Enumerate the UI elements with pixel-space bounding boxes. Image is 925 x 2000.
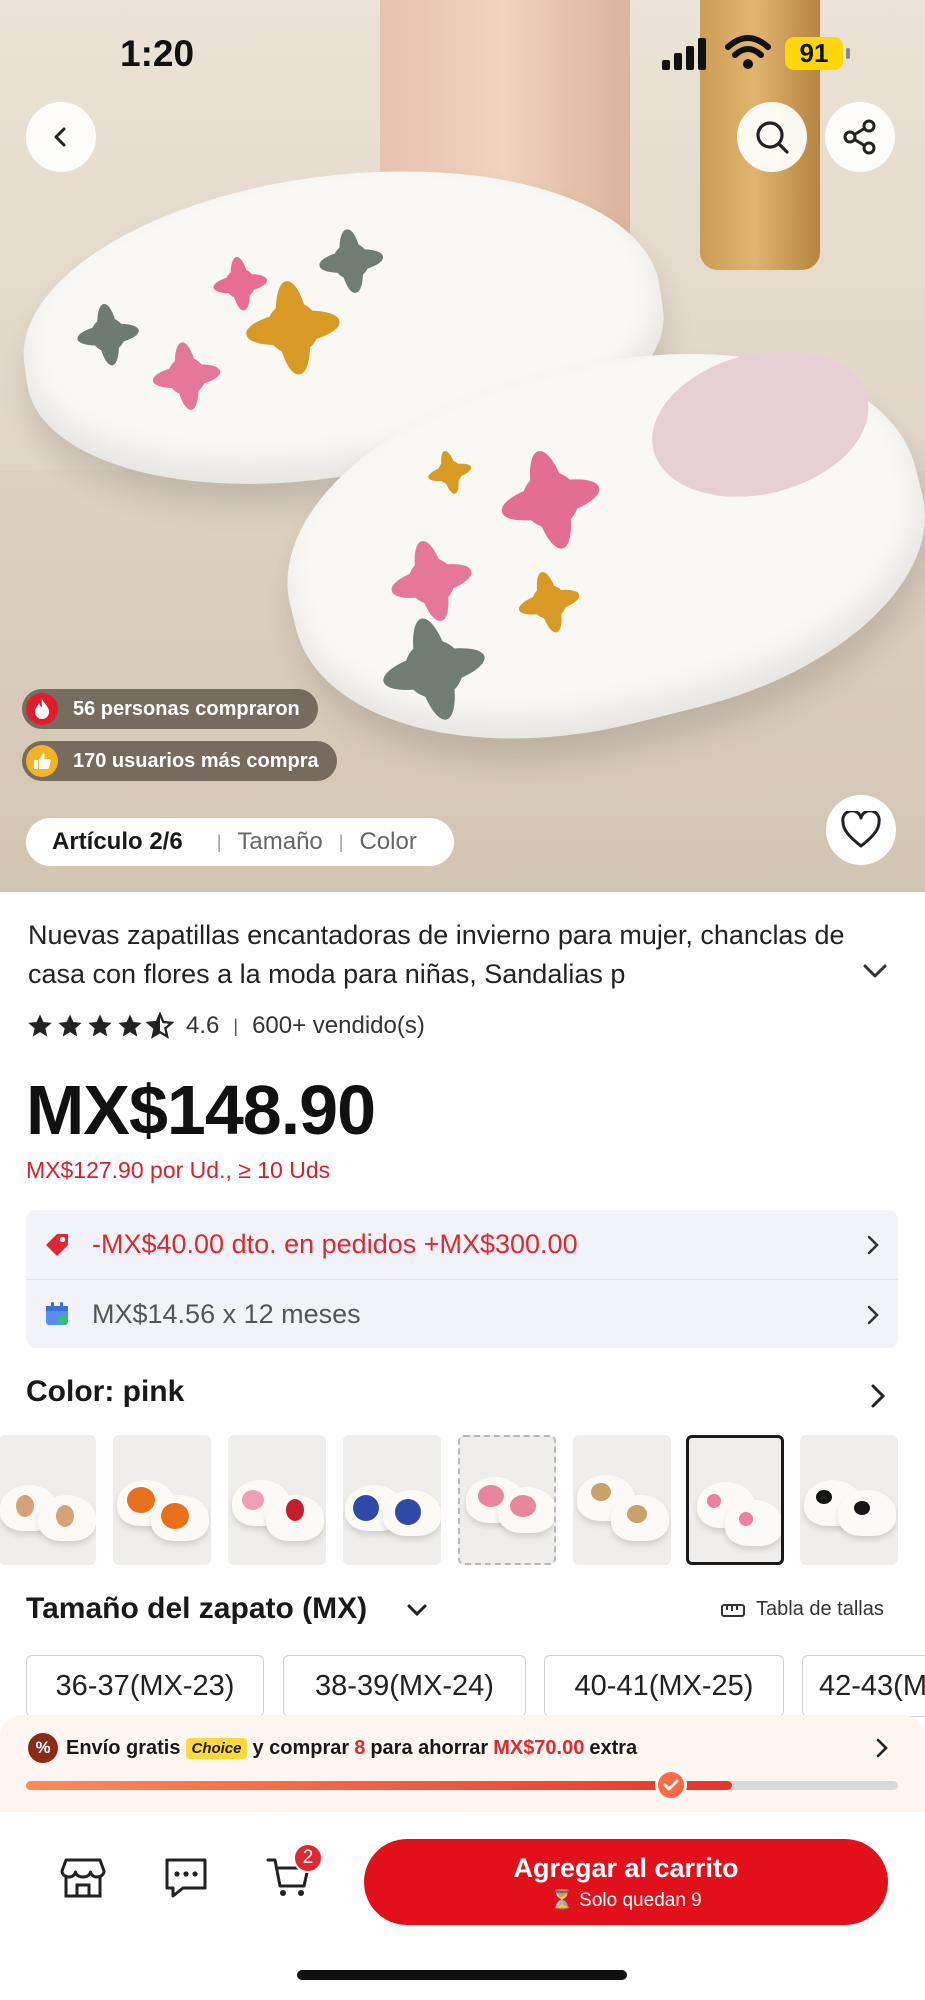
signal-icon (662, 38, 706, 70)
social-proof-bought: 56 personas compraron (22, 689, 318, 729)
calendar-icon (40, 1300, 74, 1328)
social-proof-text: 56 personas compraron (73, 697, 300, 720)
add-to-cart-button[interactable]: Agregar al carrito ⏳ Solo quedan 9 (364, 1839, 888, 1925)
bulk-price: MX$127.90 por Ud., ≥ 10 Uds (26, 1157, 331, 1183)
chevron-left-icon (54, 127, 66, 147)
color-swatch-selected[interactable] (686, 1435, 784, 1565)
social-proof-text: 170 usuarios más compra (73, 749, 319, 772)
ship-suffix: extra (589, 1736, 638, 1759)
chevron-right-icon[interactable] (870, 1383, 886, 1409)
rating-row[interactable]: 4.6 | 600+ vendido(s) (26, 1012, 425, 1040)
fire-icon (26, 693, 58, 725)
heart-icon (841, 811, 881, 848)
ship-middle: y comprar (252, 1736, 350, 1759)
choice-badge: Choice (186, 1737, 247, 1759)
chat-icon[interactable] (163, 1856, 209, 1900)
thumbs-up-icon (26, 745, 58, 777)
home-indicator[interactable] (297, 1970, 627, 1980)
size-option[interactable]: 40-41(MX-25) (544, 1655, 784, 1717)
star-icon (58, 1014, 82, 1037)
ship-middle2: para ahorrar (370, 1736, 489, 1759)
color-swatch[interactable] (343, 1435, 441, 1565)
color-label: Color: pink (26, 1375, 185, 1408)
half-star-icon (146, 1012, 174, 1039)
promo-box: -MX$40.00 dto. en pedidos +MX$300.00 MX$… (26, 1210, 898, 1348)
chevron-right-icon (876, 1738, 888, 1758)
back-button[interactable] (26, 102, 96, 172)
color-swatch[interactable] (573, 1435, 671, 1565)
ship-prefix: Envío gratis (66, 1736, 181, 1759)
installments-text: MX$14.56 x 12 meses (92, 1298, 361, 1329)
article-counter: Artículo 2/6 (52, 828, 183, 855)
percent-badge-icon: % (28, 1733, 58, 1763)
wifi-icon (725, 35, 771, 69)
size-option[interactable]: 42-43(MX-26) (802, 1655, 925, 1717)
product-image[interactable]: 1:20 91 56 personas compraron 170 usuari… (0, 0, 925, 892)
star-icon (118, 1014, 142, 1037)
share-button[interactable] (825, 102, 895, 172)
separator: | (338, 831, 344, 852)
star-rating (26, 1012, 174, 1040)
size-option[interactable]: 38-39(MX-24) (283, 1655, 526, 1717)
share-icon (843, 119, 876, 155)
star-icon (88, 1014, 112, 1037)
store-icon[interactable] (60, 1856, 106, 1900)
ruler-icon (721, 1603, 745, 1617)
coupon-tag-icon (40, 1231, 74, 1259)
status-time: 1:20 (120, 33, 195, 74)
chevron-right-icon (867, 1235, 879, 1255)
tab-color[interactable]: Color (359, 828, 416, 856)
tab-size[interactable]: Tamaño (237, 828, 322, 856)
search-button[interactable] (737, 102, 807, 172)
rating-value: 4.6 (186, 1012, 220, 1039)
add-to-cart-label: Agregar al carrito (513, 1852, 739, 1883)
free-shipping-text: % Envío gratis Choice y comprar 8 para a… (28, 1733, 637, 1763)
search-icon (756, 121, 789, 154)
sold-count: 600+ vendido(s) (252, 1012, 425, 1039)
size-label[interactable]: Tamaño del zapato (MX) (26, 1592, 367, 1626)
check-icon (655, 1769, 687, 1801)
size-chart-link[interactable]: Tabla de tallas (720, 1598, 884, 1621)
shipping-progress-fill (26, 1781, 732, 1790)
cart-count-badge: 2 (293, 1843, 323, 1873)
image-nav-pill[interactable]: Artículo 2/6 | Tamaño | Color (26, 818, 454, 866)
color-swatch[interactable] (458, 1435, 556, 1565)
free-shipping-banner[interactable]: % Envío gratis Choice y comprar 8 para a… (0, 1715, 925, 1812)
product-title: Nuevas zapatillas encantadoras de invier… (28, 920, 845, 989)
chevron-down-icon[interactable] (406, 1603, 428, 1617)
battery-indicator: 91 (785, 37, 850, 70)
social-proof-users: 170 usuarios más compra (22, 741, 337, 781)
discount-promo-row[interactable]: -MX$40.00 dto. en pedidos +MX$300.00 (26, 1210, 898, 1279)
separator: | (216, 831, 222, 852)
discount-text: -MX$40.00 dto. en pedidos +MX$300.00 (92, 1229, 578, 1259)
status-bar: 1:20 91 (0, 0, 925, 110)
installments-row[interactable]: MX$14.56 x 12 meses (26, 1279, 898, 1348)
color-swatches (0, 1435, 925, 1565)
size-chart-label: Tabla de tallas (756, 1598, 884, 1620)
color-swatch[interactable] (228, 1435, 326, 1565)
size-option[interactable]: 36-37(MX-23) (26, 1655, 264, 1717)
ship-amount: MX$70.00 (493, 1736, 585, 1759)
color-swatch[interactable] (800, 1435, 898, 1565)
star-icon (28, 1014, 52, 1037)
expand-title-chevron-icon[interactable] (862, 962, 888, 980)
color-swatch[interactable] (0, 1435, 96, 1565)
wishlist-button[interactable] (826, 795, 896, 865)
shipping-progress-track (26, 1769, 898, 1801)
ship-count: 8 (354, 1736, 366, 1759)
stock-remaining: ⏳ Solo quedan 9 (550, 1889, 702, 1911)
separator: | (233, 1015, 239, 1036)
color-swatch[interactable] (113, 1435, 211, 1565)
chevron-right-icon (867, 1305, 879, 1325)
product-price: MX$148.90 (26, 1071, 376, 1149)
